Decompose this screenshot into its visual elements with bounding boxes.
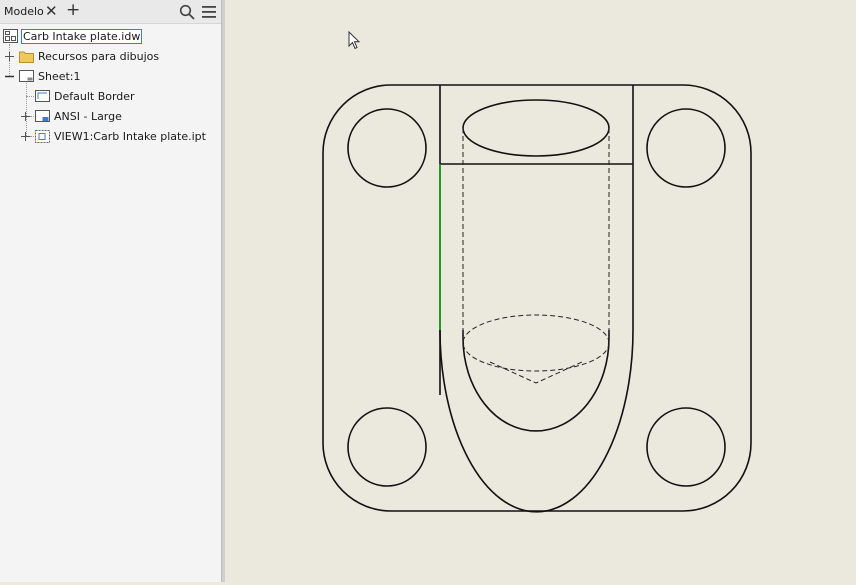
tree-item-label: Sheet:1 xyxy=(38,69,81,83)
bolt-hole-bottom-left xyxy=(347,407,427,487)
tree-item-document[interactable]: Carb Intake plate.idw xyxy=(3,27,143,45)
search-icon[interactable] xyxy=(179,4,195,20)
tree-item-title-block[interactable]: ANSI - Large xyxy=(35,107,122,125)
close-icon[interactable]: ✕ xyxy=(45,3,58,19)
mouse-cursor-icon xyxy=(348,31,361,50)
tab-modelo[interactable]: Modelo xyxy=(4,5,44,18)
tree-item-label: Carb Intake plate.idw xyxy=(20,28,143,44)
expand-plus-icon[interactable] xyxy=(5,52,14,61)
drawing-view[interactable] xyxy=(225,0,856,582)
title-block-icon xyxy=(35,110,50,122)
tree-item-label: Recursos para dibujos xyxy=(38,49,160,63)
tree-item-label: ANSI - Large xyxy=(54,109,122,123)
expand-plus-icon[interactable] xyxy=(21,112,30,121)
collapse-minus-icon[interactable] xyxy=(5,72,14,81)
drill-point-hidden xyxy=(489,361,583,384)
u-slot-outer xyxy=(439,329,634,513)
tree-item-default-border[interactable]: Default Border xyxy=(35,87,135,105)
tree-item-label: VIEW1:Carb Intake plate.ipt xyxy=(54,129,206,143)
bore-ellipse-top xyxy=(462,99,610,157)
folder-icon xyxy=(19,51,34,63)
drawing-canvas[interactable] xyxy=(225,0,856,582)
tree-connector xyxy=(30,116,34,117)
model-browser-panel: Modelo ✕ + Carb Intake plate.idw Recurso… xyxy=(0,0,221,582)
hamburger-menu-icon[interactable] xyxy=(201,4,217,20)
expand-plus-icon[interactable] xyxy=(21,132,30,141)
add-tab-icon[interactable]: + xyxy=(66,2,80,19)
sheet-icon xyxy=(19,70,34,82)
tree-connector xyxy=(30,136,34,137)
drawing-view-icon xyxy=(35,129,50,143)
plate-outline xyxy=(322,84,752,512)
u-slot-inner xyxy=(462,330,610,432)
tree-item-label: Default Border xyxy=(54,89,135,103)
tree-connector xyxy=(26,83,27,136)
bolt-hole-top-left xyxy=(347,108,427,188)
tree-item-sheet[interactable]: Sheet:1 xyxy=(19,67,81,85)
bore-ellipse-bottom-hidden xyxy=(462,314,610,372)
tree-connector xyxy=(26,96,34,97)
tree-item-view1[interactable]: VIEW1:Carb Intake plate.ipt xyxy=(35,127,206,145)
bolt-hole-bottom-right xyxy=(646,407,726,487)
browser-tab-bar: Modelo ✕ + xyxy=(0,0,221,24)
drawing-document-icon xyxy=(3,29,18,43)
border-icon xyxy=(35,90,50,102)
bolt-hole-top-right xyxy=(646,108,726,188)
tree-item-resources[interactable]: Recursos para dibujos xyxy=(19,47,159,65)
